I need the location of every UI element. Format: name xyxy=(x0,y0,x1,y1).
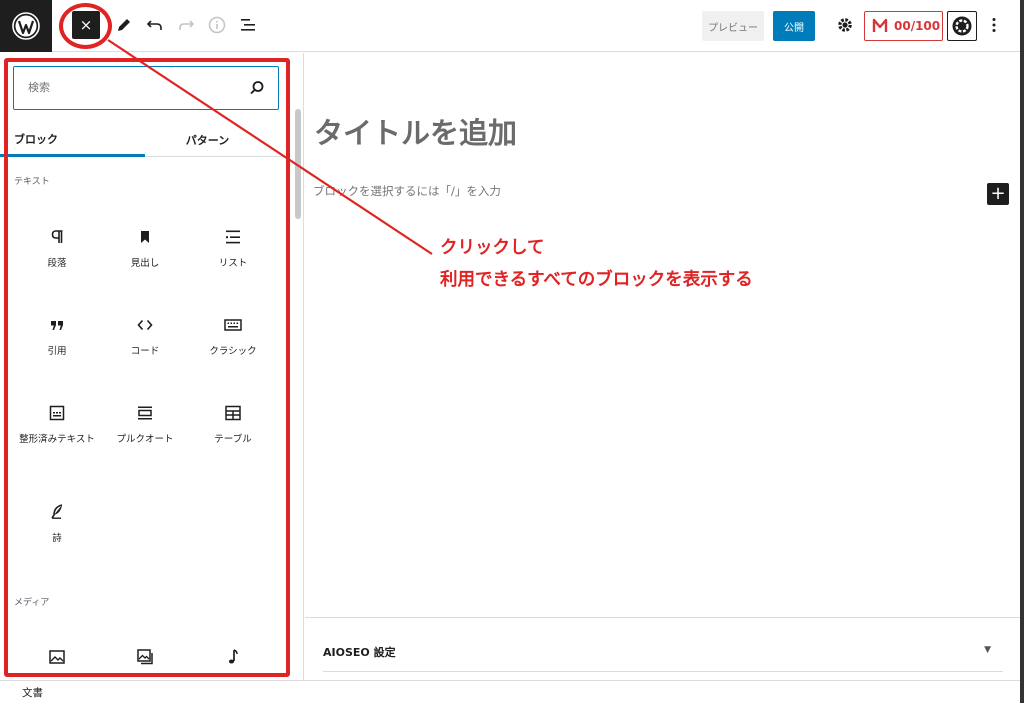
breadcrumb-document[interactable]: 文書 xyxy=(22,685,43,700)
undo-icon xyxy=(146,20,162,30)
block-appender-prompt[interactable]: ブロックを選択するには「/」を入力 xyxy=(313,183,501,199)
edit-tool-button[interactable] xyxy=(112,13,136,37)
details-button[interactable] xyxy=(205,13,229,37)
aioseo-settings-title: AIOSEO 設定 xyxy=(323,646,396,659)
aioseo-button[interactable] xyxy=(947,11,977,41)
editor-toolbar: × プレビュー 公開 00/100 xyxy=(0,0,1024,52)
seo-score-button[interactable]: 00/100 xyxy=(864,11,943,41)
pencil-icon xyxy=(118,19,130,31)
info-icon xyxy=(208,16,226,34)
wordpress-logo-icon xyxy=(12,12,40,40)
redo-button[interactable] xyxy=(174,13,198,37)
gear-icon xyxy=(838,18,852,32)
window-edge xyxy=(1020,0,1024,703)
more-vertical-icon xyxy=(992,18,996,32)
redo-icon xyxy=(179,20,195,30)
wordpress-logo-button[interactable] xyxy=(0,0,52,52)
meta-boxes-area: AIOSEO 設定 ▼ xyxy=(305,617,1024,683)
triangle-down-icon: ▼ xyxy=(984,645,991,655)
annotation-panel-highlight xyxy=(4,58,290,677)
seo-logo-icon xyxy=(872,18,888,32)
more-options-button[interactable] xyxy=(982,13,1006,37)
seo-score-text: 00/100 xyxy=(894,19,941,33)
list-view-icon xyxy=(241,19,255,31)
block-editor: × プレビュー 公開 00/100 検索 ブロック パターン テキスト 段落 見… xyxy=(0,0,1024,703)
annotation-text-line2: 利用できるすべてのブロックを表示する xyxy=(440,270,753,290)
post-title-placeholder[interactable]: タイトルを追加 xyxy=(314,110,517,152)
annotation-close-button-circle xyxy=(59,3,112,49)
aioseo-settings-panel[interactable]: AIOSEO 設定 ▼ xyxy=(323,632,1003,672)
add-block-button[interactable]: + xyxy=(987,183,1009,205)
editor-footer: 文書 xyxy=(0,680,1024,703)
settings-button[interactable] xyxy=(833,13,857,37)
plus-icon: + xyxy=(990,183,1006,204)
inserter-scrollbar[interactable] xyxy=(295,109,301,219)
annotation-text-line1: クリックして xyxy=(440,238,545,258)
publish-button[interactable]: 公開 xyxy=(773,11,815,41)
undo-button[interactable] xyxy=(143,13,167,37)
preview-button[interactable]: プレビュー xyxy=(702,11,764,41)
list-view-button[interactable] xyxy=(236,13,260,37)
aioseo-logo-icon xyxy=(952,16,972,36)
